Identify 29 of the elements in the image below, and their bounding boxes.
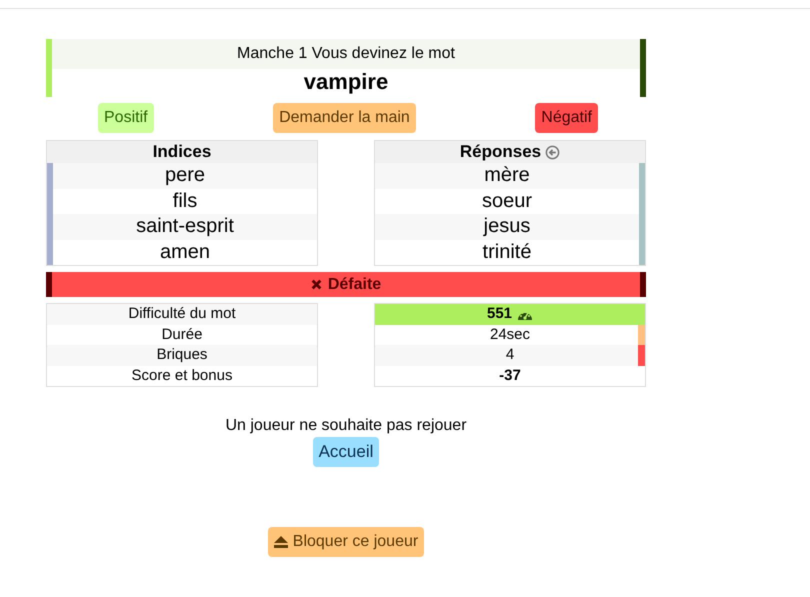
- status-message: Un joueur ne souhaite pas rejouer: [224, 417, 468, 435]
- table-cell: pere: [53, 163, 317, 188]
- block-player-button[interactable]: Bloquer ce joueur: [268, 527, 424, 557]
- column-header: Réponses: [460, 141, 542, 163]
- stat-value: 4: [506, 345, 514, 366]
- result-label: Défaite: [328, 276, 382, 294]
- table-cell: saint-esprit: [53, 214, 317, 240]
- stat-value: 551: [486, 304, 512, 324]
- action-button[interactable]: Négatif: [535, 103, 598, 133]
- home-button[interactable]: Accueil: [312, 437, 380, 467]
- stat-label: Briques: [47, 345, 317, 366]
- action-button[interactable]: Positif: [98, 103, 154, 133]
- cross-icon: [310, 279, 322, 290]
- column-header: Indices: [152, 141, 212, 163]
- stat-label: Score et bonus: [130, 366, 234, 386]
- eject-icon: [274, 536, 288, 548]
- table-cell-text: amen: [158, 240, 212, 264]
- stat-label: Difficulté du mot: [47, 304, 317, 324]
- table-cell-text: soeur: [480, 188, 534, 214]
- table-cell: mère: [375, 163, 639, 188]
- stat-value: -37: [499, 366, 521, 386]
- table-cell: jesus: [375, 214, 639, 240]
- round-label: Manche 1 Vous devinez le mot: [236, 44, 456, 64]
- action-button[interactable]: Demander la main: [273, 103, 416, 133]
- table-cell-text: fils: [172, 188, 198, 214]
- stat-label: Durée: [160, 324, 204, 344]
- table-cell-text: trinité: [482, 240, 532, 264]
- stat-value: 24sec: [490, 324, 530, 345]
- secret-word: vampire: [302, 69, 390, 96]
